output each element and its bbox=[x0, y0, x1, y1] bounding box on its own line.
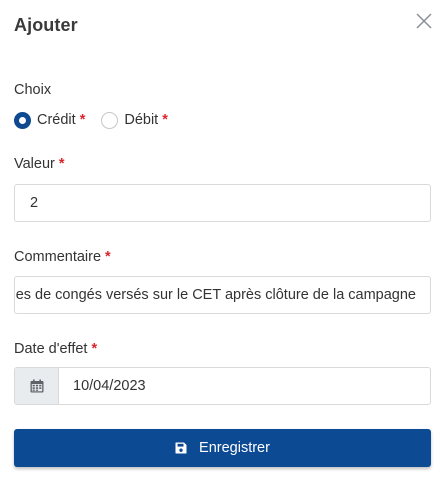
value-label: Valeur * bbox=[14, 156, 65, 172]
radio-credit-indicator[interactable] bbox=[14, 111, 31, 129]
value-input-text: 2 bbox=[30, 195, 39, 211]
value-input[interactable]: 2 bbox=[14, 184, 431, 222]
save-icon bbox=[175, 442, 187, 454]
date-input[interactable]: 10/04/2023 bbox=[59, 368, 430, 404]
required-mark: * bbox=[58, 156, 65, 172]
comment-label: Commentaire * bbox=[14, 249, 111, 265]
date-input-text: 10/04/2023 bbox=[73, 378, 146, 394]
close-icon bbox=[416, 13, 432, 29]
save-button-label: Enregistrer bbox=[199, 440, 270, 456]
date-picker[interactable]: 10/04/2023 bbox=[14, 367, 431, 405]
close-button[interactable] bbox=[414, 11, 434, 31]
radio-credit-label: Crédit * bbox=[37, 112, 86, 128]
save-button[interactable]: Enregistrer bbox=[14, 429, 431, 467]
dialog-title: Ajouter bbox=[14, 15, 78, 35]
radio-debit-label: Débit * bbox=[124, 112, 168, 128]
choice-label: Choix bbox=[14, 82, 52, 98]
calendar-icon bbox=[30, 379, 43, 393]
required-mark: * bbox=[162, 112, 168, 128]
calendar-button[interactable] bbox=[15, 368, 59, 404]
radio-debit-indicator[interactable] bbox=[101, 111, 119, 129]
comment-input[interactable]: es de congés versés sur le CET après clô… bbox=[14, 276, 431, 314]
choice-radio-group: Crédit * Débit * bbox=[14, 110, 184, 130]
required-mark: * bbox=[105, 249, 111, 265]
add-dialog: Ajouter Choix Crédit * Débit * Valeur * 2 C… bbox=[0, 0, 445, 480]
date-label: Date d'effet * bbox=[14, 341, 98, 357]
radio-credit[interactable]: Crédit * bbox=[14, 111, 86, 129]
required-mark: * bbox=[79, 112, 86, 128]
comment-input-text: es de congés versés sur le CET après clô… bbox=[15, 287, 416, 303]
required-mark: * bbox=[91, 341, 98, 357]
radio-debit[interactable]: Débit * bbox=[101, 111, 168, 129]
